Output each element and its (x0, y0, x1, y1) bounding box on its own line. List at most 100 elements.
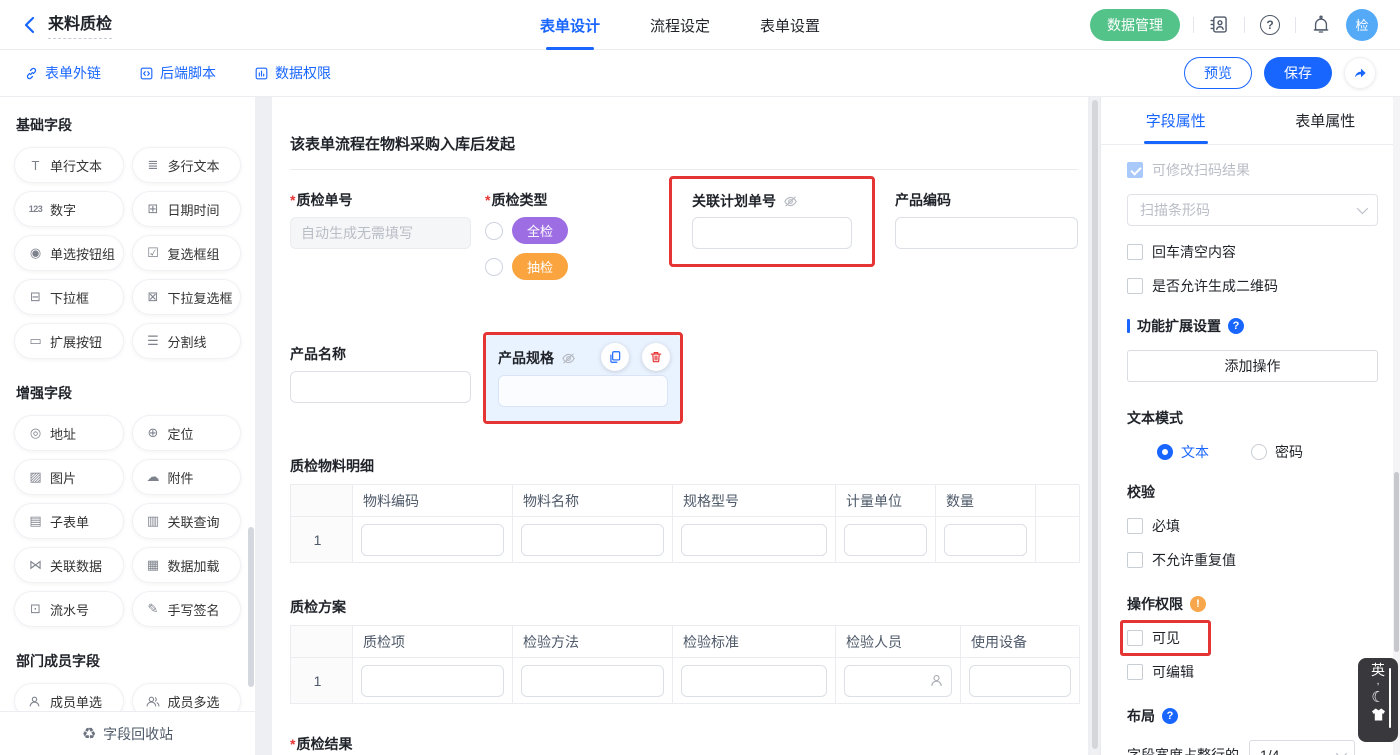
field-item-address[interactable]: ◎地址 (14, 415, 124, 451)
radio-text-mode-password[interactable]: 密码 (1251, 442, 1303, 462)
material-code-input[interactable] (361, 524, 504, 556)
data-manage-button[interactable]: 数据管理 (1090, 9, 1180, 41)
option-badge-sampling[interactable]: 抽检 (512, 253, 568, 280)
column-header: 检验标准 (673, 626, 836, 658)
field-related-plan-no[interactable]: 关联计划单号 (692, 191, 852, 249)
field-inspection-type[interactable]: *质检类型 全检 抽检 (485, 190, 650, 289)
table-cell-empty (1036, 517, 1080, 563)
field-product-spec-selected[interactable]: 产品规格 (486, 335, 680, 421)
field-item-location[interactable]: ⊕定位 (132, 415, 242, 451)
field-item-divider[interactable]: ☰分割线 (132, 323, 242, 359)
field-item-multi-select[interactable]: ⊠下拉复选框 (132, 279, 242, 315)
contact-book-icon[interactable] (1207, 13, 1231, 37)
related-plan-no-input[interactable] (692, 217, 852, 249)
material-name-input[interactable] (521, 524, 664, 556)
share-button[interactable] (1344, 57, 1376, 89)
field-item-select[interactable]: ⊟下拉框 (14, 279, 124, 315)
checkbox-no-duplicate[interactable]: 不允许重复值 (1127, 550, 1378, 570)
field-item-image[interactable]: ▨图片 (14, 459, 124, 495)
back-button[interactable] (22, 16, 36, 34)
column-header: 检验人员 (836, 626, 961, 658)
field-item-related-query[interactable]: ▥关联查询 (132, 503, 242, 539)
option-badge-full[interactable]: 全检 (512, 217, 568, 244)
quantity-input[interactable] (944, 524, 1027, 556)
moon-icon[interactable]: ☾ (1371, 688, 1384, 708)
field-item-single-text[interactable]: T单行文本 (14, 147, 124, 183)
field-item-signature[interactable]: ✎手写签名 (132, 591, 242, 627)
copy-field-button[interactable] (601, 343, 629, 371)
canvas-scrollbar[interactable] (1091, 97, 1099, 755)
tab-form-properties[interactable]: 表单属性 (1251, 97, 1400, 144)
inspection-method-input[interactable] (521, 665, 664, 697)
checkbox-clear-on-enter[interactable]: 回车清空内容 (1127, 242, 1378, 262)
tab-field-properties[interactable]: 字段属性 (1101, 97, 1251, 144)
field-item-checkbox-group[interactable]: ☑复选框组 (132, 235, 242, 271)
field-inspection-no[interactable]: *质检单号 (290, 190, 471, 249)
field-item-number[interactable]: 123数字 (14, 191, 124, 227)
radio-text-mode-text[interactable]: 文本 (1157, 442, 1209, 462)
page-title[interactable]: 来料质检 (48, 10, 112, 39)
product-code-input[interactable] (895, 217, 1078, 249)
warning-icon: ! (1190, 596, 1206, 612)
field-recycle-bin[interactable]: ♻ 字段回收站 (0, 711, 255, 755)
checkbox-modify-scan-result[interactable]: 可修改扫码结果 (1127, 160, 1378, 180)
product-spec-input[interactable] (498, 375, 668, 407)
preview-button[interactable]: 预览 (1184, 57, 1252, 89)
checkbox-checked-disabled[interactable] (1127, 162, 1143, 178)
checkbox-allow-qrcode[interactable]: 是否允许生成二维码 (1127, 276, 1378, 296)
field-item-serial-number[interactable]: ⊡流水号 (14, 591, 124, 627)
add-action-button[interactable]: 添加操作 (1127, 350, 1378, 382)
field-item-multi-text[interactable]: ≣多行文本 (132, 147, 242, 183)
tab-form-setting[interactable]: 表单设置 (760, 0, 820, 50)
checkbox-visible[interactable]: 可见 (1127, 628, 1180, 648)
inspection-standard-input[interactable] (681, 665, 827, 697)
inspection-item-input[interactable] (361, 665, 504, 697)
equipment-input[interactable] (969, 665, 1071, 697)
skin-shirt-icon[interactable] (1371, 708, 1386, 721)
spec-model-input[interactable] (681, 524, 827, 556)
scan-mode-select[interactable]: 扫描条形码 (1127, 194, 1378, 226)
radio-sampling-inspection[interactable] (485, 258, 503, 276)
field-item-extend-button[interactable]: ▭扩展按钮 (14, 323, 124, 359)
inspection-no-input[interactable] (290, 217, 471, 249)
field-item-attachment[interactable]: ☁附件 (132, 459, 242, 495)
form-toolbar: 表单外链 后端脚本 数据权限 预览 保存 (0, 50, 1400, 97)
section-text-mode: 文本模式 (1127, 408, 1378, 428)
row-number-header (291, 626, 353, 658)
checkbox-required[interactable]: 必填 (1127, 516, 1378, 536)
unit-input[interactable] (844, 524, 927, 556)
field-inspection-result[interactable]: *质检结果 合格 (290, 734, 1088, 755)
highlight-related-plan-no: 关联计划单号 (669, 176, 875, 267)
checkbox-editable[interactable]: 可编辑 (1127, 662, 1378, 682)
field-item-subform[interactable]: ▤子表单 (14, 503, 124, 539)
field-item-data-load[interactable]: ▦数据加载 (132, 547, 242, 583)
field-item-related-data[interactable]: ⋈关联数据 (14, 547, 124, 583)
field-product-code[interactable]: 产品编码 (895, 190, 1078, 249)
tab-form-design[interactable]: 表单设计 (540, 0, 600, 50)
save-button[interactable]: 保存 (1264, 57, 1332, 89)
ime-status-widget[interactable]: 英 , ☾ (1358, 658, 1398, 742)
sidebar-scrollbar[interactable] (248, 527, 254, 687)
field-library-sidebar: 基础字段 T单行文本 ≣多行文本 123数字 ⊞日期时间 ◉单选按钮组 ☑复选框… (0, 97, 255, 755)
external-link-button[interactable]: 表单外链 (24, 63, 101, 83)
field-item-datetime[interactable]: ⊞日期时间 (132, 191, 242, 227)
ime-punctuation-indicator[interactable]: , (1377, 678, 1380, 686)
help-icon[interactable]: ? (1162, 708, 1178, 724)
help-icon[interactable]: ? (1258, 13, 1282, 37)
field-item-radio-group[interactable]: ◉单选按钮组 (14, 235, 124, 271)
divider (1244, 17, 1245, 33)
field-product-name[interactable]: 产品名称 (290, 332, 471, 403)
panel-scrollbar[interactable] (1393, 97, 1400, 755)
field-width-select[interactable]: 1/4 (1249, 740, 1355, 755)
data-permission-button[interactable]: 数据权限 (254, 63, 331, 83)
column-header: 物料编码 (353, 485, 513, 517)
delete-field-button[interactable] (642, 343, 670, 371)
backend-script-button[interactable]: 后端脚本 (139, 63, 216, 83)
notification-bell-icon[interactable] (1309, 13, 1333, 37)
column-header: 使用设备 (961, 626, 1080, 658)
radio-full-inspection[interactable] (485, 222, 503, 240)
tab-flow-setting[interactable]: 流程设定 (650, 0, 710, 50)
help-icon[interactable]: ? (1228, 318, 1244, 334)
user-avatar[interactable]: 检 (1346, 9, 1378, 41)
product-name-input[interactable] (290, 371, 471, 403)
